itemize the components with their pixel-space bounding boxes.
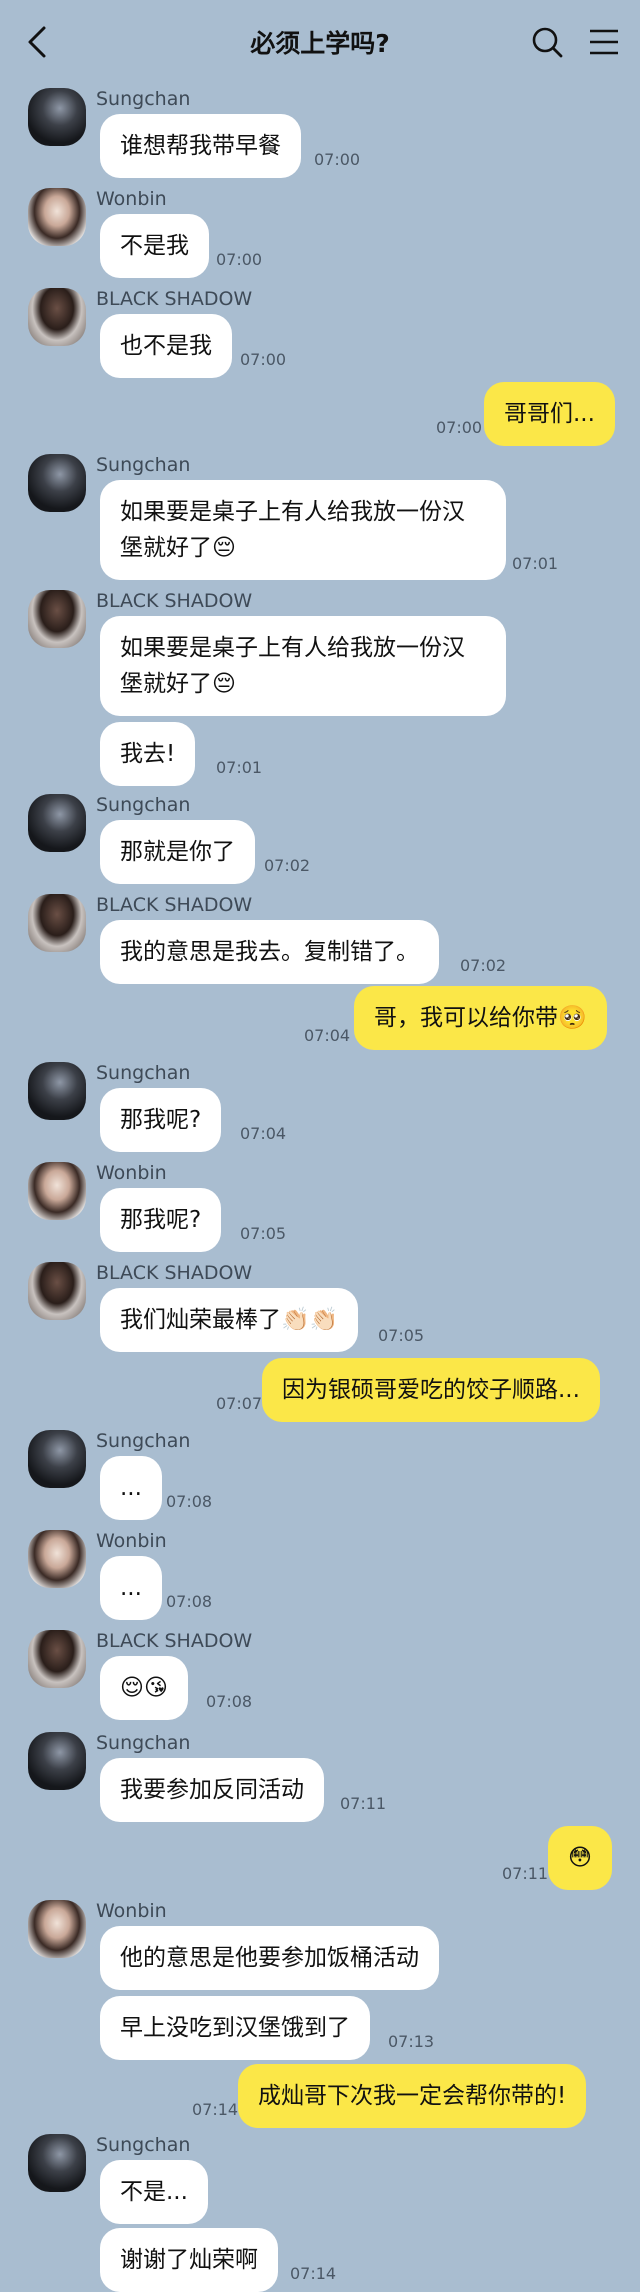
search-icon: [532, 27, 563, 58]
message-time: 07:04: [304, 1026, 351, 1045]
chat-header: 必须上学吗?: [0, 0, 640, 84]
message-bubble[interactable]: 那就是你了: [100, 820, 255, 884]
message-time: 07:05: [378, 1326, 425, 1345]
sender-name: Wonbin: [96, 1900, 167, 1922]
avatar-black-shadow[interactable]: [28, 894, 86, 952]
message-bubble[interactable]: 早上没吃到汉堡饿到了: [100, 1996, 370, 2060]
message-time: 07:00: [436, 418, 483, 437]
sender-name: Sungchan: [96, 794, 191, 816]
message-time: 07:11: [340, 1794, 387, 1813]
avatar-sungchan[interactable]: [28, 1062, 86, 1120]
message-bubble[interactable]: 我的意思是我去。复制错了。: [100, 920, 439, 984]
message-time: 07:00: [314, 150, 361, 169]
message-time: 07:02: [460, 956, 507, 975]
message-time: 07:14: [290, 2264, 337, 2283]
my-message-bubble[interactable]: 因为银硕哥爱吃的饺子顺路...: [262, 1358, 600, 1422]
sender-name: Wonbin: [96, 1530, 167, 1552]
message-bubble[interactable]: 那我呢?: [100, 1088, 222, 1152]
my-message-bubble[interactable]: 哥哥们...: [484, 382, 615, 446]
message-bubble[interactable]: 我们灿荣最棒了👏🏻👏🏻: [100, 1288, 359, 1352]
sender-name: Sungchan: [96, 88, 191, 110]
message-bubble[interactable]: 不是...: [100, 2160, 208, 2224]
avatar-sungchan[interactable]: [28, 794, 86, 852]
message-time: 07:07: [216, 1394, 263, 1413]
avatar-wonbin[interactable]: [28, 1530, 86, 1588]
message-bubble[interactable]: ...: [100, 1556, 162, 1620]
avatar-black-shadow[interactable]: [28, 590, 86, 648]
sender-name: BLACK SHADOW: [96, 894, 253, 916]
sender-name: BLACK SHADOW: [96, 590, 253, 612]
message-bubble[interactable]: 如果要是桌子上有人给我放一份汉堡就好了😔: [100, 616, 506, 716]
message-bubble[interactable]: 如果要是桌子上有人给我放一份汉堡就好了😔: [100, 480, 506, 580]
message-bubble[interactable]: 也不是我: [100, 314, 232, 378]
message-bubble[interactable]: 谢谢了灿荣啊: [100, 2228, 278, 2292]
message-time: 07:08: [166, 1492, 213, 1511]
message-time: 07:00: [240, 350, 287, 369]
menu-icon: [590, 29, 618, 55]
avatar-wonbin[interactable]: [28, 1162, 86, 1220]
search-button[interactable]: [528, 20, 568, 64]
message-bubble[interactable]: 他的意思是他要参加饭桶活动: [100, 1926, 439, 1990]
my-message-bubble[interactable]: 成灿哥下次我一定会帮你带的!: [238, 2064, 587, 2128]
message-time: 07:00: [216, 250, 263, 269]
message-time: 07:08: [166, 1592, 213, 1611]
sender-name: Wonbin: [96, 1162, 167, 1184]
message-time: 07:13: [388, 2032, 435, 2051]
avatar-sungchan[interactable]: [28, 1430, 86, 1488]
message-time: 07:11: [502, 1864, 549, 1883]
message-bubble[interactable]: 我要参加反同活动: [100, 1758, 324, 1822]
avatar-sungchan[interactable]: [28, 1732, 86, 1790]
avatar-wonbin[interactable]: [28, 1900, 86, 1958]
message-time: 07:08: [206, 1692, 253, 1711]
message-bubble[interactable]: 谁想帮我带早餐: [100, 114, 301, 178]
avatar-black-shadow[interactable]: [28, 288, 86, 346]
sender-name: BLACK SHADOW: [96, 288, 253, 310]
avatar-black-shadow[interactable]: [28, 1630, 86, 1688]
message-time: 07:05: [240, 1224, 287, 1243]
sender-name: Sungchan: [96, 1062, 191, 1084]
message-bubble[interactable]: 我去!: [100, 722, 196, 786]
sender-name: Sungchan: [96, 2134, 191, 2156]
avatar-black-shadow[interactable]: [28, 1262, 86, 1320]
message-time: 07:02: [264, 856, 311, 875]
avatar-sungchan[interactable]: [28, 454, 86, 512]
avatar-wonbin[interactable]: [28, 188, 86, 246]
message-bubble[interactable]: ...: [100, 1456, 162, 1520]
message-bubble[interactable]: 不是我: [100, 214, 209, 278]
message-bubble[interactable]: 😌😘: [100, 1656, 188, 1720]
sender-name: BLACK SHADOW: [96, 1262, 253, 1284]
sender-name: Sungchan: [96, 1732, 191, 1754]
sender-name: Sungchan: [96, 454, 191, 476]
message-time: 07:01: [216, 758, 263, 777]
message-time: 07:04: [240, 1124, 287, 1143]
avatar-sungchan[interactable]: [28, 2134, 86, 2192]
sender-name: Sungchan: [96, 1430, 191, 1452]
my-message-bubble[interactable]: 哥，我可以给你带🥺: [354, 986, 607, 1050]
sender-name: Wonbin: [96, 188, 167, 210]
sender-name: BLACK SHADOW: [96, 1630, 253, 1652]
message-bubble[interactable]: 那我呢?: [100, 1188, 222, 1252]
avatar-sungchan[interactable]: [28, 88, 86, 146]
menu-button[interactable]: [584, 20, 624, 64]
message-time: 07:14: [192, 2100, 239, 2119]
my-message-bubble[interactable]: 😳: [548, 1826, 612, 1890]
message-time: 07:01: [512, 554, 559, 573]
